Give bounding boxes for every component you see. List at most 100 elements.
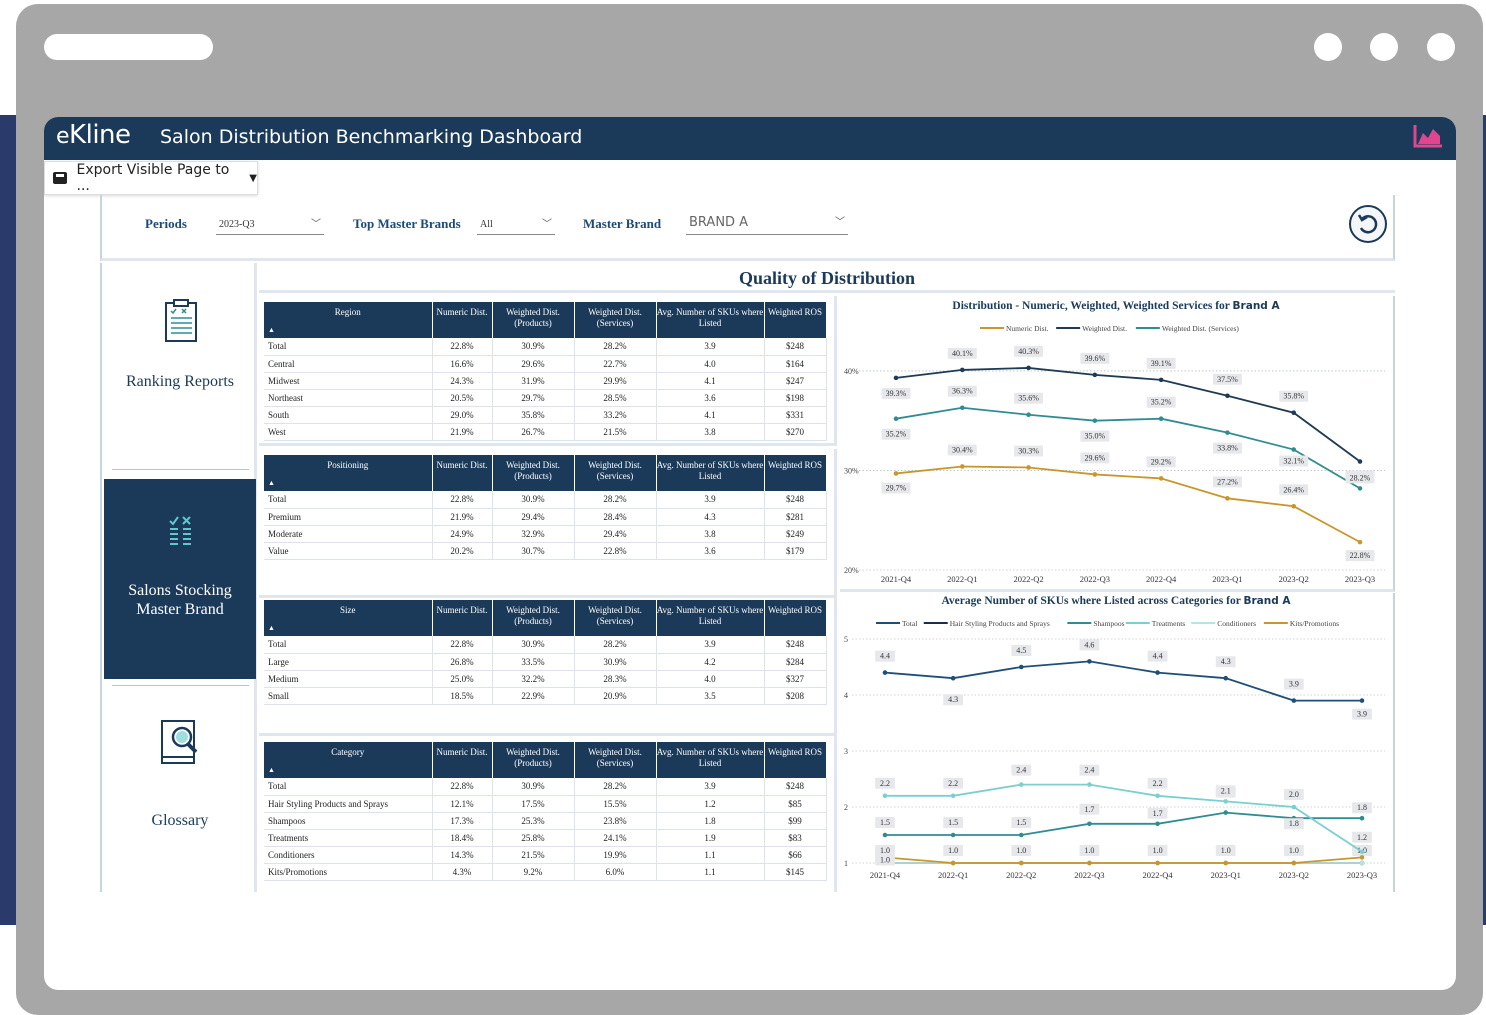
column-header[interactable]: Weighted Dist. (Products) [492,455,575,491]
table-cell: 29.9% [574,372,657,390]
table-row[interactable]: Large 26.8% 33.5% 30.9% 4.2 $284 [264,653,827,671]
sort-asc-icon[interactable]: ▲ [268,478,275,489]
top-brands-select[interactable]: All ﹀ [477,217,555,235]
data-point [1357,486,1363,491]
table-cell: 32.9% [492,525,575,543]
column-header-size[interactable]: Size ▲ [264,600,433,636]
table-cell: 3.5 [656,687,765,705]
table-cell: 4.0 [656,355,765,373]
reset-button[interactable] [1349,205,1387,243]
column-header[interactable]: Numeric Dist. [432,455,493,491]
table-row[interactable]: Value 20.2% 30.7% 22.8% 3.6 $179 [264,542,827,560]
table-row[interactable]: Midwest 24.3% 31.9% 29.9% 4.1 $247 [264,372,827,390]
column-header[interactable]: Avg. Number of SKUs where Listed [656,600,765,636]
periods-label: Periods [145,216,187,231]
report-canvas: Periods 2023-Q3 ﹀ Top Master Brands All … [100,195,1395,892]
column-header[interactable]: Weighted ROS [764,455,827,491]
legend-label: Weighted Dist. (Services) [1162,324,1240,333]
table-row[interactable]: Kits/Promotions 4.3% 9.2% 6.0% 1.1 $145 [264,863,827,881]
window-dot-1[interactable] [1314,33,1342,61]
table-row[interactable]: Small 18.5% 22.9% 20.9% 3.5 $208 [264,687,827,705]
data-point [1225,393,1230,399]
table-cell: 3.8 [656,525,765,543]
nav-divider [112,685,249,686]
column-header[interactable]: Avg. Number of SKUs where Listed [656,302,765,338]
x-tick-label: 2022-Q4 [1146,574,1177,584]
data-point [1291,410,1297,416]
save-icon [53,172,67,184]
legend-label: Kits/Promotions [1290,619,1339,628]
caret-down-icon: ▼ [249,172,257,184]
master-brand-select[interactable]: BRAND A ﹀ [686,215,848,235]
column-header-positioning[interactable]: Positioning ▲ [264,455,433,491]
table-row[interactable]: Conditioners 14.3% 21.5% 19.9% 1.1 $66 [264,846,827,864]
app-header: eKline Salon Distribution Benchmarking D… [44,117,1456,160]
book-search-icon [161,720,198,764]
column-header[interactable]: Weighted Dist. (Services) [574,742,657,778]
column-header[interactable]: Weighted ROS [764,742,827,778]
table-cell: $208 [764,687,827,705]
column-header[interactable]: Weighted ROS [764,302,827,338]
table-row[interactable]: Central 16.6% 29.6% 22.7% 4.0 $164 [264,355,827,373]
nav-salons-stocking[interactable]: Salons Stocking Master Brand [104,479,256,679]
table-row[interactable]: Total 22.8% 30.9% 28.2% 3.9 $248 [264,778,827,796]
table-row[interactable]: Treatments 18.4% 25.8% 24.1% 1.9 $83 [264,829,827,847]
data-point [1092,372,1098,378]
column-header[interactable]: Weighted Dist. (Products) [492,742,575,778]
data-label: 1.7 [1084,805,1094,814]
column-header[interactable]: Numeric Dist. [432,742,493,778]
nav-salons-label: Salons Stocking Master Brand [104,581,256,619]
column-header[interactable]: Avg. Number of SKUs where Listed [656,455,765,491]
table-row[interactable]: Shampoos 17.3% 25.3% 23.8% 1.8 $99 [264,812,827,830]
table-cell: $83 [764,829,827,847]
table-row[interactable]: Northeast 20.5% 29.7% 28.5% 3.6 $198 [264,389,827,407]
sort-asc-icon[interactable]: ▲ [268,765,275,776]
table-row[interactable]: Moderate 24.9% 32.9% 29.4% 3.8 $249 [264,525,827,543]
data-point [1359,860,1365,866]
table-cell: 4.2 [656,653,765,671]
window-dot-3[interactable] [1427,33,1455,61]
column-header-region[interactable]: Region ▲ [264,302,433,338]
table-cell: 20.5% [432,389,493,407]
table-row[interactable]: Medium 25.0% 32.2% 28.3% 4.0 $327 [264,670,827,688]
table-cell: 21.5% [492,846,575,864]
table-row[interactable]: Premium 21.9% 29.4% 28.4% 4.3 $281 [264,508,827,526]
column-header[interactable]: Numeric Dist. [432,302,493,338]
table-cell: 24.9% [432,525,493,543]
column-header[interactable]: Numeric Dist. [432,600,493,636]
table-cell: 1.8 [656,812,765,830]
table-cell: 30.9% [492,338,575,356]
nav-ranking-reports[interactable]: Ranking Reports [104,263,256,468]
data-point [1225,430,1230,435]
nav-glossary[interactable]: Glossary [104,693,256,892]
sort-asc-icon[interactable]: ▲ [268,325,275,336]
column-header[interactable]: Weighted Dist. (Products) [492,302,575,338]
data-label: 1.0 [1084,846,1094,855]
column-header[interactable]: Weighted Dist. (Services) [574,455,657,491]
table-row[interactable]: Total 22.8% 30.9% 28.2% 3.9 $248 [264,338,827,356]
window-dot-2[interactable] [1370,33,1398,61]
table-row[interactable]: Total 22.8% 30.9% 28.2% 3.9 $248 [264,491,827,509]
column-header[interactable]: Weighted Dist. (Services) [574,302,657,338]
table-row[interactable]: South 29.0% 35.8% 33.2% 4.1 $331 [264,406,827,424]
chart-area-icon[interactable] [1412,123,1444,149]
data-point [1087,860,1092,866]
table-cell: 26.7% [492,423,575,441]
periods-select[interactable]: 2023-Q3 ﹀ [216,217,324,235]
table-row[interactable]: West 21.9% 26.7% 21.5% 3.8 $270 [264,423,827,441]
column-header[interactable]: Weighted Dist. (Products) [492,600,575,636]
column-header[interactable]: Weighted ROS [764,600,827,636]
data-point [1155,821,1160,827]
column-header-category[interactable]: Category ▲ [264,742,433,778]
table-row[interactable]: Total 22.8% 30.9% 28.2% 3.9 $248 [264,636,827,654]
address-bar[interactable] [44,34,213,60]
export-button[interactable]: Export Visible Page to ... ▼ [44,161,258,195]
column-header[interactable]: Avg. Number of SKUs where Listed [656,742,765,778]
table-cell: 29.4% [574,525,657,543]
data-label: 4.4 [1153,652,1163,661]
row-label: Hair Styling Products and Sprays [264,795,433,813]
column-header[interactable]: Weighted Dist. (Services) [574,600,657,636]
x-tick-label: 2023-Q1 [1212,574,1242,584]
table-row[interactable]: Hair Styling Products and Sprays 12.1% 17.… [264,795,827,813]
sort-asc-icon[interactable]: ▲ [268,623,275,634]
